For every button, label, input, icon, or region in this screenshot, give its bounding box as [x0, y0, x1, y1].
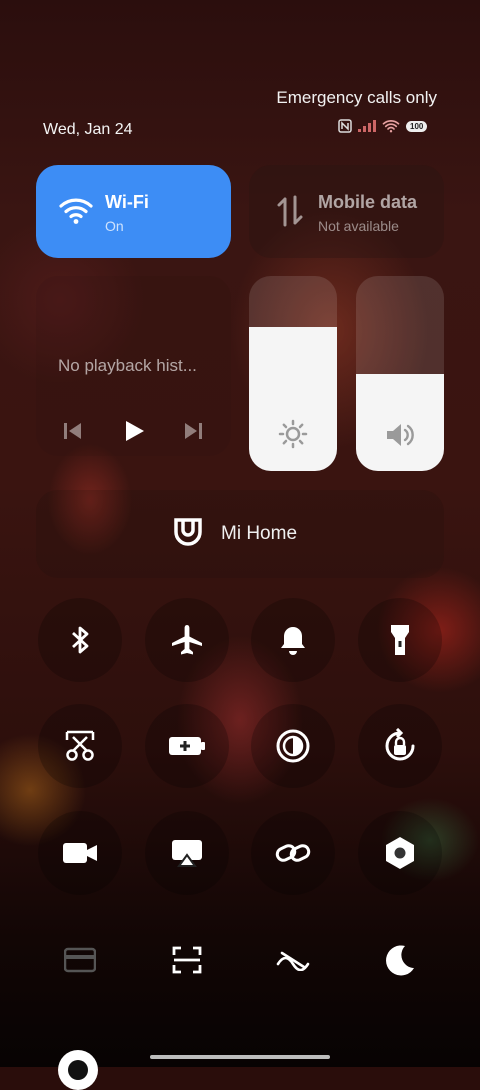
flashlight-icon [391, 625, 409, 655]
reading-mode-toggle[interactable] [251, 704, 335, 788]
next-icon[interactable] [182, 420, 204, 442]
sound-toggle[interactable] [251, 598, 335, 682]
rotation-lock-icon [385, 728, 415, 761]
mi-home-label: Mi Home [221, 523, 298, 544]
scissors-icon [65, 730, 95, 761]
reading-mode-icon [276, 729, 310, 763]
volume-icon [387, 424, 414, 446]
wifi-subtitle: On [105, 218, 124, 234]
airplane-toggle[interactable] [145, 598, 229, 682]
date-label: Wed, Jan 24 [43, 121, 133, 138]
no-disturb-toggle[interactable] [251, 918, 335, 1002]
mi-home-card[interactable]: Mi Home [36, 490, 444, 578]
rotation-lock-toggle[interactable] [358, 704, 442, 788]
scan-icon [172, 946, 202, 974]
data-arrows-icon [277, 195, 303, 227]
wifi-icon [59, 198, 93, 224]
card-toggle[interactable] [38, 918, 122, 1002]
screen-recorder-toggle[interactable] [38, 811, 122, 895]
video-camera-icon [63, 843, 97, 863]
screenshot-toggle[interactable] [38, 704, 122, 788]
home-indicator[interactable] [150, 1055, 330, 1059]
brightness-fill [249, 326, 337, 471]
cast-toggle[interactable] [145, 811, 229, 895]
airplane-icon [172, 625, 202, 655]
brightness-slider[interactable] [249, 276, 337, 471]
battery-saver-icon [169, 737, 205, 755]
bottom-avatar-icon [58, 1050, 98, 1090]
wifi-title: Wi-Fi [105, 192, 149, 212]
wifi-tile[interactable]: Wi-Fi On [36, 165, 231, 258]
scan-toggle[interactable] [145, 918, 229, 1002]
mi-home-icon [174, 518, 202, 546]
mobile-data-subtitle: Not available [318, 218, 399, 234]
media-player-card[interactable]: No playback hist... [36, 276, 231, 456]
battery-badge: 100 [406, 120, 428, 132]
wifi-status-icon [382, 120, 400, 133]
settings-hex-toggle[interactable] [358, 811, 442, 895]
card-icon [64, 947, 96, 973]
link-toggle[interactable] [251, 811, 335, 895]
nfc-icon [338, 119, 352, 133]
brightness-icon [278, 419, 308, 449]
media-status: No playback hist... [58, 356, 197, 375]
emergency-status: Emergency calls only [276, 88, 437, 107]
link-icon [275, 844, 311, 862]
moon-icon [386, 945, 414, 976]
volume-slider[interactable] [356, 276, 444, 471]
cast-icon [172, 840, 202, 867]
dark-mode-toggle[interactable] [358, 918, 442, 1002]
bluetooth-toggle[interactable] [38, 598, 122, 682]
battery-saver-toggle[interactable] [145, 704, 229, 788]
mobile-data-title: Mobile data [318, 192, 418, 212]
signal-icon [358, 120, 376, 132]
bluetooth-icon [72, 626, 89, 654]
status-icons: 100 [338, 119, 428, 133]
flashlight-toggle[interactable] [358, 598, 442, 682]
previous-icon[interactable] [62, 420, 84, 442]
no-disturb-icon [276, 951, 310, 971]
mobile-data-tile[interactable]: Mobile data Not available [249, 165, 444, 258]
bell-icon [281, 627, 305, 655]
hexagon-settings-icon [386, 837, 414, 869]
play-icon[interactable] [122, 419, 146, 443]
